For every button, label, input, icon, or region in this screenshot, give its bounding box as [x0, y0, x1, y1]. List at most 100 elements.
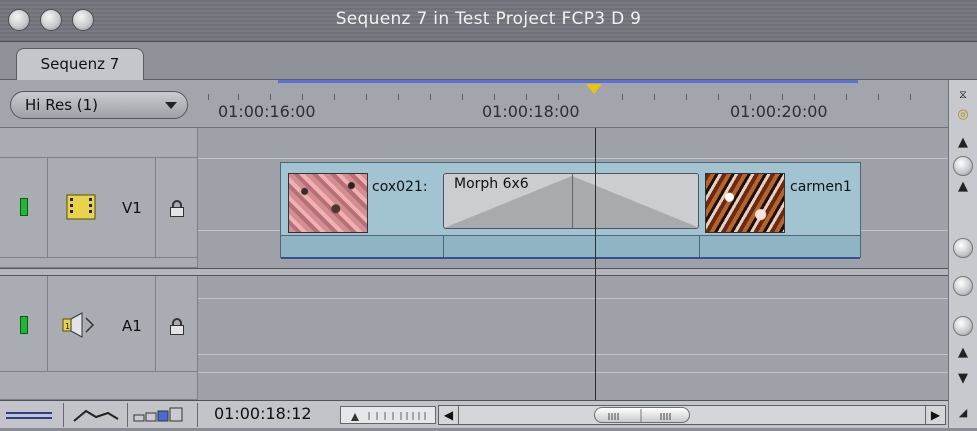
current-timecode[interactable]: 01:00:18:12	[214, 404, 312, 423]
popup-arrow-icon	[165, 102, 177, 109]
track-divider	[198, 158, 948, 159]
video-track-visibility-toggle[interactable]	[20, 198, 28, 216]
clip-name: cox021:	[372, 179, 428, 195]
ruler-tick	[430, 94, 431, 100]
timeline-tracks: V1 1 A1 cox021: carmen1 Morph 6x6	[0, 128, 948, 400]
track-lines-icon	[6, 412, 52, 419]
video-audio-separator[interactable]	[0, 268, 948, 276]
ruler-tick	[208, 94, 209, 100]
zoom-ticks-icon	[351, 412, 426, 421]
scroll-up-arrow-icon[interactable]: ▲	[952, 342, 974, 364]
timeline-window: Sequenz 7 in Test Project FCP3 D 9 Seque…	[0, 0, 977, 428]
horizontal-scrollbar[interactable]: ◀ ▶	[438, 405, 946, 425]
track-header-spacer	[0, 128, 198, 158]
keyframe-overlay-toggle[interactable]	[64, 403, 128, 427]
clip-overlays-toggle[interactable]	[0, 403, 64, 427]
ruler-tick	[718, 94, 719, 100]
scroll-up-arrow-icon[interactable]: ▲	[952, 132, 974, 154]
ruler-timecode: 01:00:18:00	[482, 102, 580, 121]
track-divider	[198, 354, 948, 355]
ruler-tick	[750, 94, 751, 100]
ruler-tick	[302, 94, 303, 100]
ruler-tick	[846, 94, 847, 100]
ruler-tick	[398, 94, 399, 100]
time-ruler-row: Hi Res (1) 01:00:16:00 01:00:18:00 01:00…	[0, 80, 977, 128]
audio-track-label: A1	[122, 317, 142, 335]
clip-name: carmen1	[790, 179, 852, 195]
video-clip-band: cox021: carmen1 Morph 6x6	[280, 162, 861, 259]
track-divider-knob[interactable]	[953, 238, 973, 258]
resolution-popup[interactable]: Hi Res (1)	[10, 91, 188, 119]
lock-icon[interactable]	[170, 318, 184, 335]
film-icon	[66, 194, 96, 220]
speaker-icon: 1	[62, 312, 95, 338]
ruler-tick	[686, 94, 687, 100]
thumb-grip-icon	[608, 409, 671, 423]
svg-text:1: 1	[65, 322, 70, 331]
transition-name: Morph 6x6	[454, 176, 529, 192]
scroll-left-arrow-icon[interactable]: ◀	[439, 406, 459, 424]
ruler-tick	[622, 94, 623, 100]
transition-clip[interactable]: Morph 6x6	[443, 173, 699, 229]
track-header-spacer	[0, 372, 198, 400]
video-track-lock-cell[interactable]	[156, 158, 198, 258]
clip-base-line	[281, 257, 860, 259]
clip-edit-point[interactable]	[699, 235, 700, 259]
ruler-tick	[910, 94, 911, 100]
clip-lower-line	[281, 235, 860, 236]
track-size-selector[interactable]	[128, 403, 198, 427]
clip-thumbnail	[288, 173, 368, 233]
scroll-knob[interactable]	[953, 316, 973, 336]
horizontal-scroll-thumb[interactable]	[594, 407, 690, 423]
lock-icon[interactable]	[170, 200, 184, 217]
video-track-target[interactable]: V1	[48, 158, 156, 258]
ruler-tick	[782, 94, 783, 100]
track-header-spacer	[0, 258, 198, 268]
track-divider	[198, 372, 948, 373]
ruler-tick	[526, 94, 527, 100]
zoom-slider[interactable]	[340, 406, 436, 424]
ruler-tick	[462, 94, 463, 100]
ruler-tick	[334, 94, 335, 100]
video-track-label: V1	[122, 199, 142, 217]
ruler-tick	[814, 94, 815, 100]
ruler-timecode: 01:00:20:00	[730, 102, 828, 121]
track-divider-knob[interactable]	[953, 276, 973, 296]
ruler-tick	[366, 94, 367, 100]
ruler-tick	[878, 94, 879, 100]
scroll-down-arrow-icon[interactable]: ▼	[952, 368, 974, 390]
keyframe-graph-icon	[73, 409, 119, 422]
track-toggle-cell[interactable]	[0, 158, 48, 258]
audio-track-lock-cell[interactable]	[156, 276, 198, 372]
ruler-tick	[238, 94, 239, 100]
ruler-tick	[494, 94, 495, 100]
playhead-marker-icon[interactable]	[586, 84, 602, 94]
scroll-up-arrow-icon[interactable]: ▲	[952, 176, 974, 198]
track-height-scroller: ⧖ ◎ ▲ ▲ ▲ ▼ ◢	[948, 80, 977, 428]
playhead-line[interactable]	[595, 128, 596, 400]
track-toggle-cell[interactable]	[0, 276, 48, 372]
clip-thumbnail	[705, 173, 785, 233]
tab-sequence[interactable]: Sequenz 7	[16, 48, 144, 81]
linking-toggle-icon[interactable]: ◎	[952, 104, 974, 126]
ruler-tick	[654, 94, 655, 100]
ruler-tick	[270, 94, 271, 100]
scroll-knob[interactable]	[953, 156, 973, 176]
track-size-icon	[133, 407, 183, 422]
resize-grip-icon[interactable]: ◢	[952, 402, 974, 424]
track-divider	[198, 298, 948, 299]
transition-center-line	[572, 174, 573, 228]
render-range-bar	[278, 80, 858, 83]
track-headers: V1 1 A1	[0, 128, 198, 400]
audio-track-target[interactable]: 1 A1	[48, 276, 156, 372]
ruler-timecode: 01:00:16:00	[218, 102, 316, 121]
scroll-right-arrow-icon[interactable]: ▶	[925, 406, 945, 424]
audio-track-visibility-toggle[interactable]	[20, 316, 28, 334]
ruler-tick	[558, 94, 559, 100]
clip-edit-point[interactable]	[443, 235, 444, 259]
timeline-bottom-bar: 01:00:18:12 ◀ ▶	[0, 400, 948, 428]
window-title: Sequenz 7 in Test Project FCP3 D 9	[335, 9, 642, 29]
time-ruler[interactable]: 01:00:16:00 01:00:18:00 01:00:20:00	[198, 80, 948, 128]
title-bar[interactable]: Sequenz 7 in Test Project FCP3 D 9	[0, 0, 977, 42]
snapping-toggle-icon[interactable]: ⧖	[952, 84, 974, 106]
